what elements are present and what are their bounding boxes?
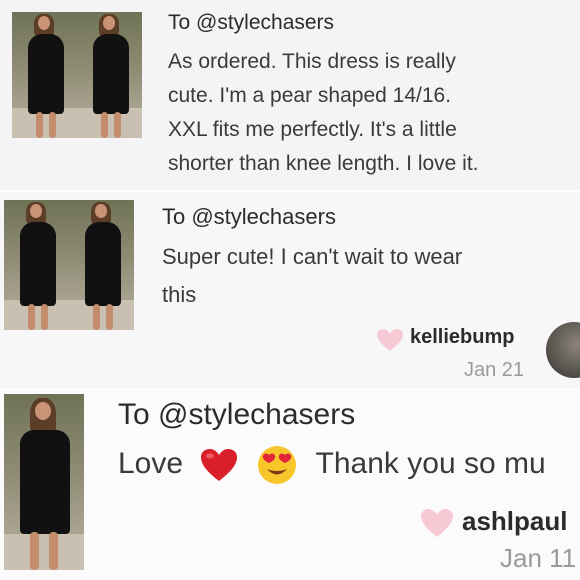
comment-text: As ordered. This dress is really cute. I…	[168, 45, 578, 181]
product-photo-thumbnail[interactable]	[4, 394, 84, 570]
comment-card: To @stylechasers Love Thank you so mu as…	[0, 390, 580, 580]
comment-text: Super cute! I can't wait to wear this	[162, 238, 577, 314]
comment-text-start: Love	[118, 447, 184, 480]
comment-line: XXL fits me perfectly. It's a little	[168, 118, 457, 141]
comment-line: As ordered. This dress is really	[168, 50, 456, 73]
comment-line: Super cute! I can't wait to wear	[162, 244, 463, 269]
comment-text: Love Thank you so mu	[118, 440, 546, 488]
comment-card: To @stylechasers Super cute! I can't wai…	[0, 192, 580, 388]
heart-icon[interactable]	[376, 328, 404, 352]
product-photo-thumbnail[interactable]	[12, 12, 142, 138]
username-link[interactable]: ashlpaul	[462, 506, 567, 537]
comment-recipient[interactable]: To @stylechasers	[118, 398, 355, 432]
username-link[interactable]: kelliebump	[410, 326, 514, 349]
comment-date: Jan 21	[464, 359, 525, 381]
comment-line: cute. I'm a pear shaped 14/16.	[168, 84, 452, 107]
comment-recipient[interactable]: To @stylechasers	[162, 204, 336, 230]
comment-line: shorter than knee length. I love it.	[168, 152, 479, 175]
user-avatar[interactable]	[546, 322, 580, 378]
comment-text-end: Thank you so mu	[315, 447, 546, 480]
heart-eyes-emoji	[257, 446, 296, 485]
red-heart-emoji	[201, 449, 238, 482]
comment-card: To @stylechasers As ordered. This dress …	[0, 0, 580, 190]
heart-icon[interactable]	[420, 508, 454, 538]
comment-line: this	[162, 282, 197, 307]
comment-recipient[interactable]: To @stylechasers	[168, 11, 334, 35]
product-photo-thumbnail[interactable]	[4, 200, 134, 330]
comment-date: Jan 11	[500, 543, 577, 573]
